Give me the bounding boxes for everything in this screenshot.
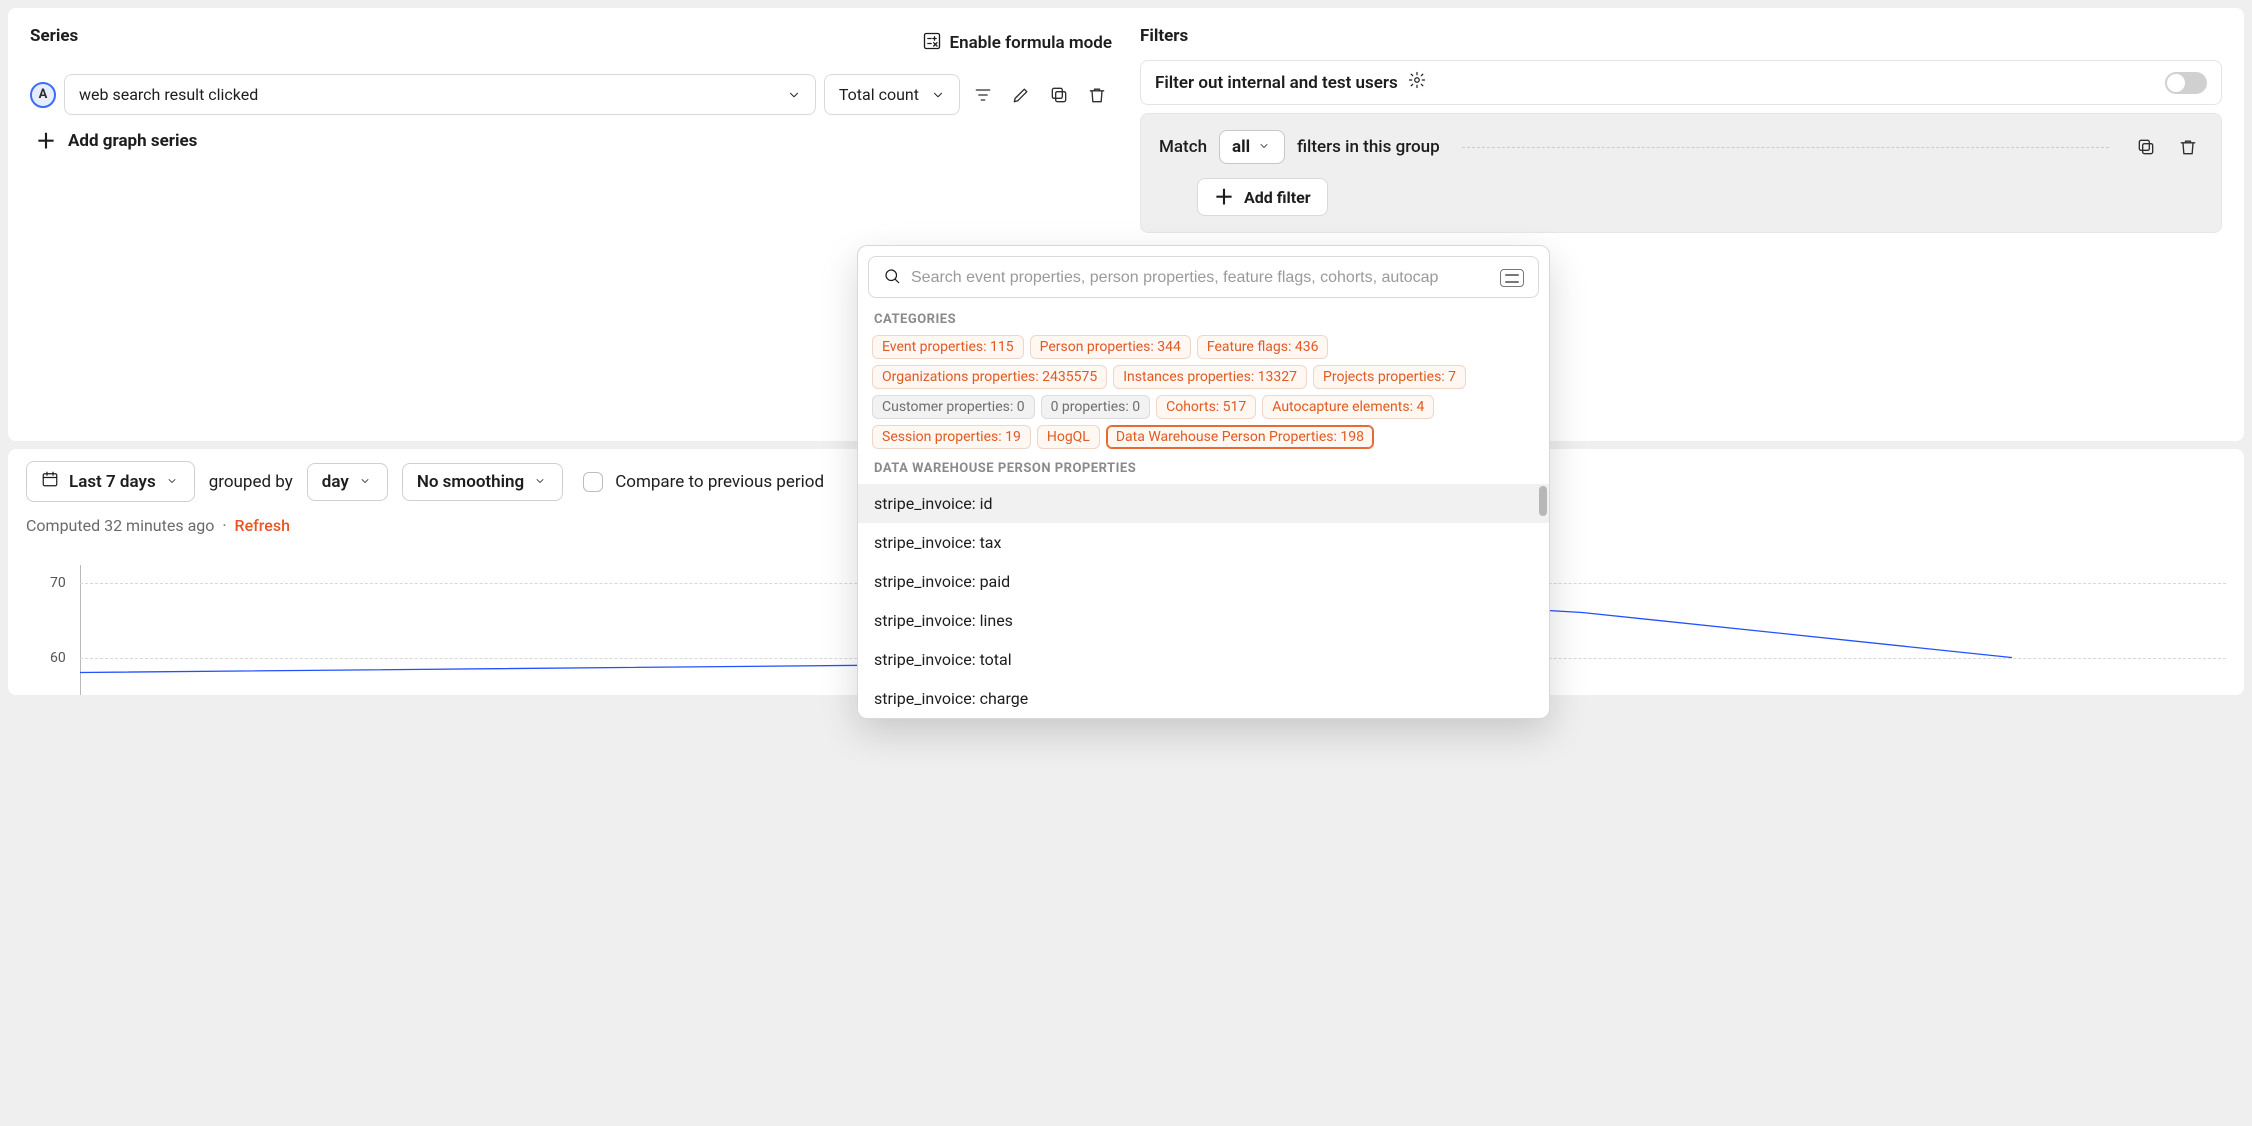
gear-icon[interactable] xyxy=(1408,71,1426,94)
divider xyxy=(1462,147,2109,148)
property-results[interactable]: stripe_invoice: idstripe_invoice: taxstr… xyxy=(858,484,1549,718)
formula-mode-toggle[interactable]: Enable formula mode xyxy=(922,31,1112,56)
filter-icon[interactable] xyxy=(968,80,998,110)
add-series-label: Add graph series xyxy=(68,131,197,151)
calendar-icon xyxy=(41,470,59,493)
chevron-down-icon xyxy=(1258,140,1272,154)
formula-mode-label: Enable formula mode xyxy=(950,33,1112,53)
add-filter-label: Add filter xyxy=(1244,188,1311,207)
interval-select[interactable]: day xyxy=(307,463,388,501)
refresh-link[interactable]: Refresh xyxy=(235,516,291,535)
match-pre-label: Match xyxy=(1159,137,1207,157)
aggregation-label: Total count xyxy=(839,85,919,104)
compare-label: Compare to previous period xyxy=(615,472,824,492)
property-result-item[interactable]: stripe_invoice: lines xyxy=(858,601,1549,640)
series-title: Series xyxy=(30,26,78,46)
add-filter-button[interactable]: ＋ Add filter xyxy=(1197,178,1328,216)
property-result-item[interactable]: stripe_invoice: total xyxy=(858,640,1549,679)
compare-checkbox[interactable] xyxy=(583,472,603,492)
interval-label: day xyxy=(322,472,349,492)
edit-icon[interactable] xyxy=(1006,80,1036,110)
category-tag[interactable]: Data Warehouse Person Properties: 198 xyxy=(1106,425,1374,449)
search-icon xyxy=(883,267,901,289)
chevron-down-icon xyxy=(931,88,945,102)
category-tag[interactable]: Projects properties: 7 xyxy=(1313,365,1466,389)
property-search-row xyxy=(868,256,1539,298)
filter-internal-users-row: Filter out internal and test users xyxy=(1140,60,2222,105)
match-mode-select[interactable]: all xyxy=(1219,130,1285,164)
filter-group: Match all filters in this group ＋ xyxy=(1140,113,2222,233)
series-badge-a: A xyxy=(30,82,56,108)
add-graph-series-button[interactable]: ＋ Add graph series xyxy=(36,131,1112,151)
event-select-label: web search result clicked xyxy=(79,85,258,104)
duplicate-icon[interactable] xyxy=(1044,80,1074,110)
chevron-down-icon xyxy=(359,475,373,489)
category-tag[interactable]: Feature flags: 436 xyxy=(1197,335,1329,359)
grouped-by-label: grouped by xyxy=(209,472,293,492)
category-tag[interactable]: Session properties: 19 xyxy=(872,425,1031,449)
date-range-label: Last 7 days xyxy=(69,472,156,492)
categories-heading: CATEGORIES xyxy=(858,308,1549,335)
property-result-item[interactable]: stripe_invoice: charge xyxy=(858,679,1549,718)
filter-internal-users-toggle[interactable] xyxy=(2165,72,2207,94)
chevron-down-icon xyxy=(787,88,801,102)
smoothing-label: No smoothing xyxy=(417,472,524,492)
aggregation-select[interactable]: Total count xyxy=(824,74,960,115)
property-result-item[interactable]: stripe_invoice: id xyxy=(858,484,1549,523)
match-mode-value: all xyxy=(1232,137,1250,157)
category-tag[interactable]: Person properties: 344 xyxy=(1030,335,1191,359)
property-result-item[interactable]: stripe_invoice: paid xyxy=(858,562,1549,601)
category-tag[interactable]: HogQL xyxy=(1037,425,1100,449)
chevron-down-icon xyxy=(166,475,180,489)
event-select[interactable]: web search result clicked xyxy=(64,74,816,115)
plus-icon: ＋ xyxy=(36,131,56,151)
date-range-select[interactable]: Last 7 days xyxy=(26,461,195,502)
delete-icon[interactable] xyxy=(1082,80,1112,110)
category-tag[interactable]: Customer properties: 0 xyxy=(872,395,1035,419)
duplicate-group-icon[interactable] xyxy=(2131,132,2161,162)
category-tag[interactable]: Autocapture elements: 4 xyxy=(1262,395,1434,419)
delete-group-icon[interactable] xyxy=(2173,132,2203,162)
property-result-item[interactable]: stripe_invoice: tax xyxy=(858,523,1549,562)
property-picker-popover: CATEGORIES Event properties: 115Person p… xyxy=(857,245,1550,719)
category-tag[interactable]: Cohorts: 517 xyxy=(1156,395,1256,419)
y-tick-label: 60 xyxy=(50,650,66,666)
smoothing-select[interactable]: No smoothing xyxy=(402,463,563,501)
plus-icon: ＋ xyxy=(1214,187,1234,207)
match-post-label: filters in this group xyxy=(1297,137,1440,157)
chevron-down-icon xyxy=(534,475,548,489)
scrollbar-thumb[interactable] xyxy=(1539,486,1547,516)
formula-icon xyxy=(922,31,942,56)
computed-time: Computed 32 minutes ago xyxy=(26,516,214,535)
y-tick-label: 70 xyxy=(50,575,66,591)
results-heading: DATA WAREHOUSE PERSON PROPERTIES xyxy=(858,457,1549,484)
category-tag[interactable]: 0 properties: 0 xyxy=(1041,395,1151,419)
property-search-input[interactable] xyxy=(911,269,1490,287)
filters-title: Filters xyxy=(1140,26,2222,46)
category-tag[interactable]: Event properties: 115 xyxy=(872,335,1024,359)
category-tag[interactable]: Organizations properties: 2435575 xyxy=(872,365,1107,389)
separator: · xyxy=(222,516,226,535)
category-tag[interactable]: Instances properties: 13327 xyxy=(1113,365,1307,389)
filter-internal-users-label: Filter out internal and test users xyxy=(1155,73,1398,93)
keyboard-icon[interactable] xyxy=(1500,269,1524,287)
